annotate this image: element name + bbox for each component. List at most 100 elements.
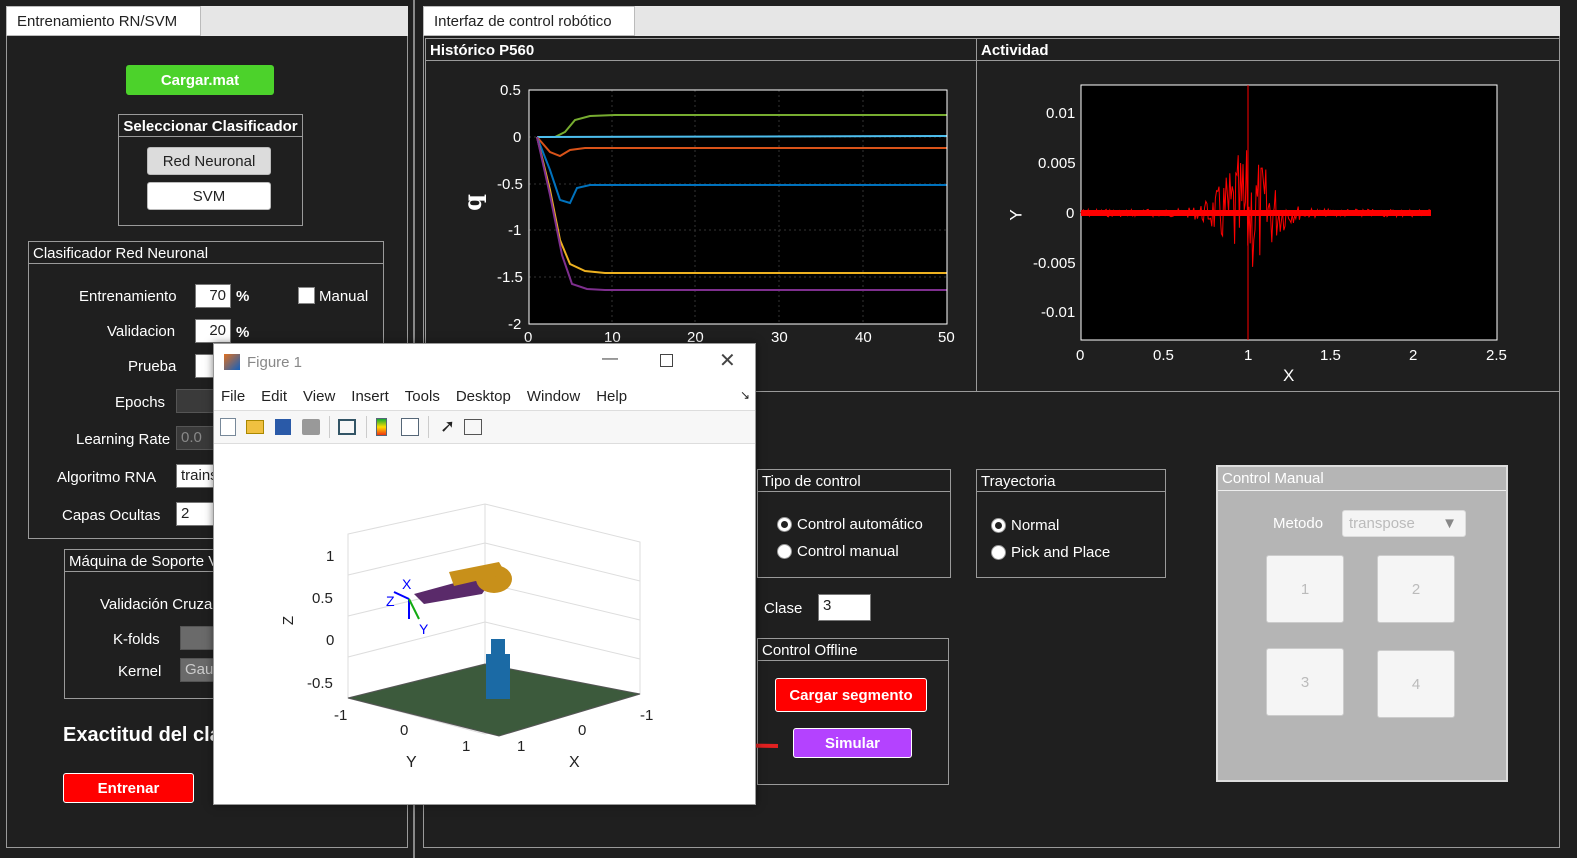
fig-ytick: 1 [462,738,471,755]
series-cyan [536,135,948,138]
figure-titlebar: Figure 1 — ✕ [214,344,755,380]
manual-control-title: Control Manual [1218,467,1506,491]
fig-xtick: 1 [517,738,526,755]
radio-normal[interactable] [991,518,1006,533]
test-label: Prueba [128,358,177,375]
fig-xlabel: X [569,754,580,771]
fig-ytick: 0 [400,722,409,739]
val-input[interactable]: 20 [195,319,231,343]
manual-button-3[interactable]: 3 [1266,648,1344,716]
manual-button-2[interactable]: 2 [1377,555,1455,623]
matlab-icon [224,354,240,370]
figure-toolbar: ➚ [214,410,755,444]
colorbar-icon[interactable] [376,418,387,436]
act-ylabel: Y [1006,209,1026,221]
fig-zlabel: Z [280,615,298,626]
menu-edit[interactable]: Edit [261,388,287,405]
kernel-label: Kernel [118,663,162,680]
svg-text:Z: Z [386,593,395,609]
train-button[interactable]: Entrenar [63,773,194,803]
menu-view[interactable]: View [303,388,335,405]
link-plot-icon[interactable] [338,419,356,435]
fig-ztick: 0.5 [312,590,333,607]
train-label: Entrenamiento [79,288,177,305]
property-inspector-icon[interactable] [464,419,482,435]
red-neuronal-button[interactable]: Red Neuronal [147,147,271,175]
fig-ztick: -0.5 [307,675,333,692]
train-input[interactable]: 70 [195,284,231,308]
fig-ztick: 1 [326,548,335,565]
menu-desktop[interactable]: Desktop [456,388,511,405]
pointer-icon[interactable]: ➚ [440,416,455,437]
close-icon[interactable]: ✕ [719,348,736,373]
toolbar-divider [366,416,367,438]
hist-ytick: 0.5 [500,82,521,99]
legend-icon[interactable] [401,418,419,436]
svg-text:Y: Y [419,621,429,637]
fig-xtick: 0 [578,722,587,739]
menu-window[interactable]: Window [527,388,580,405]
act-ytick: 0.005 [1038,155,1076,172]
figure-window: Figure 1 — ✕ File Edit View Insert Tools Desk… [213,343,756,805]
new-figure-icon[interactable] [220,418,236,436]
hist-ytick: -1 [508,222,522,239]
load-mat-button[interactable]: Cargar.mat [126,65,274,95]
act-ytick: 0.01 [1046,105,1076,122]
radio-control-manual[interactable] [777,544,792,559]
hist-xtick: 40 [855,329,872,346]
val-unit: % [236,324,250,341]
actividad-title: Actividad [977,39,1559,61]
manual-checkbox[interactable] [298,287,315,304]
radio-control-automatico[interactable] [777,517,792,532]
train-unit: % [236,288,250,305]
maximize-icon[interactable] [660,354,673,367]
clase-input[interactable]: 3 [818,594,871,621]
open-icon[interactable] [246,420,264,434]
save-icon[interactable] [275,419,291,435]
manual-label: Manual [319,288,369,305]
radio-pick-and-place[interactable] [991,545,1006,560]
manual-button-1[interactable]: 1 [1266,555,1344,623]
metodo-select[interactable]: transpose ▼ [1342,510,1466,537]
minimize-icon[interactable]: — [602,350,618,368]
toolbar-divider [428,416,429,438]
normal-label: Normal [1011,517,1060,534]
algo-label: Algoritmo RNA [57,469,157,486]
svg-text:X: X [402,576,412,592]
simulate-button[interactable]: Simular [793,728,912,758]
metodo-value: transpose [1349,515,1415,532]
hist-xtick: 50 [938,329,955,346]
act-ytick: -0.01 [1041,304,1076,321]
dock-icon[interactable]: ↘ [740,388,750,402]
manual-button-4[interactable]: 4 [1377,650,1455,718]
hist-ytick: -2 [508,316,522,333]
menu-tools[interactable]: Tools [405,388,440,405]
act-ytick: 0 [1066,205,1075,222]
tab-interfaz[interactable]: Interfaz de control robótico [423,6,635,36]
chevron-down-icon: ▼ [1442,515,1457,532]
print-icon[interactable] [302,419,320,435]
menu-file[interactable]: File [221,388,245,405]
historico-title: Histórico P560 [426,39,976,61]
figure-menubar: File Edit View Insert Tools Desktop Window Help [221,388,643,405]
load-segment-button[interactable]: Cargar segmento [775,678,927,712]
svm-button[interactable]: SVM [147,182,271,210]
hist-ylabel: q [457,194,487,211]
menu-help[interactable]: Help [596,388,627,405]
accuracy-label: Exactitud del cla [63,724,221,746]
fig-ylabel: Y [406,754,417,771]
epochs-label: Epochs [115,394,166,411]
menu-insert[interactable]: Insert [351,388,389,405]
val-label: Validacion [107,323,176,340]
act-xtick: 0 [1076,347,1085,364]
metodo-label: Metodo [1273,515,1324,532]
tipo-control-title: Tipo de control [758,470,950,492]
fig-ytick: -1 [334,707,348,724]
classifier-select-title: Seleccionar Clasificador [119,115,302,137]
control-manual-label: Control manual [797,543,899,560]
act-xtick: 1.5 [1320,347,1341,364]
act-xtick: 2 [1409,347,1418,364]
hist-ytick: -1.5 [497,269,523,286]
tab-entrenamiento[interactable]: Entrenamiento RN/SVM [6,6,201,36]
act-xtick: 0.5 [1153,347,1174,364]
